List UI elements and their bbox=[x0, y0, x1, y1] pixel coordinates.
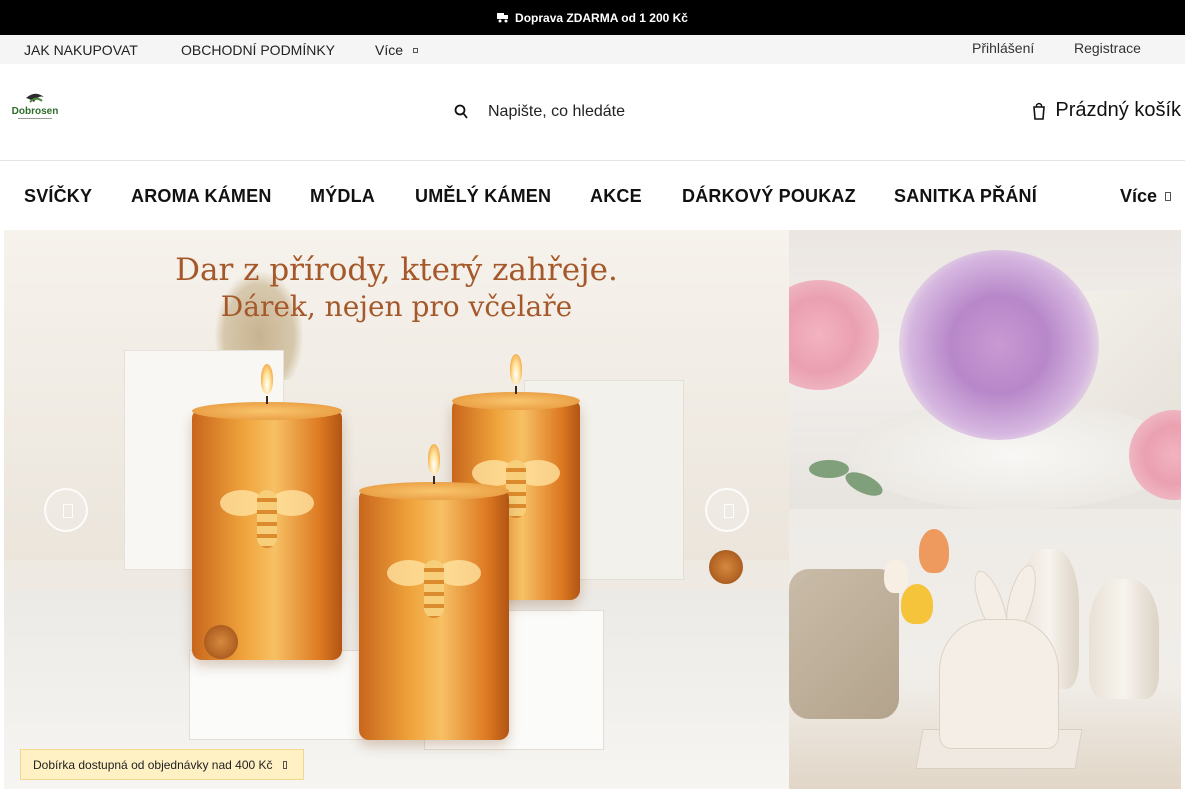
util-link-more[interactable]: Více bbox=[375, 42, 418, 58]
side-banner-flowers[interactable] bbox=[789, 230, 1181, 509]
candle-left bbox=[192, 364, 342, 660]
dried-flower bbox=[204, 625, 238, 659]
utility-nav: JAK NAKUPOVAT OBCHODNÍ PODMÍNKY Více Při… bbox=[0, 35, 1185, 64]
promo-text: Doprava ZDARMA od 1 200 Kč bbox=[515, 10, 688, 25]
logo-mark: Dobrosen bbox=[12, 93, 59, 119]
logo[interactable]: Dobrosen bbox=[8, 90, 62, 124]
hero-headline: Dar z přírody, který zahřeje. bbox=[175, 252, 618, 288]
pink-rose bbox=[789, 280, 879, 390]
cart-button[interactable]: Prázdný košík bbox=[1033, 99, 1181, 122]
main-menu: SVÍČKY AROMA KÁMEN MÝDLA UMĚLÝ KÁMEN AKC… bbox=[0, 162, 1185, 230]
dried-flower bbox=[709, 550, 743, 584]
hero-banner[interactable]: Dar z přírody, který zahřeje. Dárek, nej… bbox=[4, 230, 789, 789]
logo-text: Dobrosen bbox=[12, 106, 59, 117]
search-icon bbox=[454, 104, 468, 119]
truck-icon bbox=[497, 12, 509, 22]
menu-item-darkovy-poukaz[interactable]: DÁRKOVÝ POUKAZ bbox=[682, 186, 856, 207]
cod-notice[interactable]: Dobírka dostupná od objednávky nad 400 K… bbox=[20, 749, 304, 780]
cart-icon bbox=[1033, 102, 1046, 120]
succulent-flower bbox=[899, 250, 1099, 440]
menu-item-aroma-kamen[interactable]: AROMA KÁMEN bbox=[131, 186, 272, 207]
menu-item-akce[interactable]: AKCE bbox=[590, 186, 642, 207]
menu-item-mydla[interactable]: MÝDLA bbox=[310, 186, 375, 207]
tulip-yellow bbox=[901, 584, 933, 624]
slider-prev-button[interactable] bbox=[44, 488, 88, 532]
chevron-right-icon[interactable] bbox=[282, 760, 287, 769]
vase bbox=[1089, 579, 1159, 699]
header: Dobrosen Napište, co hledáte Prázdný koš… bbox=[0, 64, 1185, 161]
tulip-orange bbox=[919, 529, 949, 573]
leaf bbox=[809, 460, 849, 478]
hero-subline: Dárek, nejen pro včelaře bbox=[220, 290, 573, 323]
menu-more[interactable]: Více bbox=[1120, 186, 1171, 207]
cod-notice-text: Dobírka dostupná od objednávky nad 400 K… bbox=[33, 757, 273, 772]
util-link-jak-nakupovat[interactable]: JAK NAKUPOVAT bbox=[24, 42, 138, 58]
menu-item-sanitka-prani[interactable]: SANITKA PŘÁNÍ bbox=[894, 186, 1037, 207]
register-link[interactable]: Registrace bbox=[1074, 40, 1141, 56]
search-field[interactable]: Napište, co hledáte bbox=[454, 100, 625, 124]
napkin bbox=[789, 569, 899, 719]
cart-label[interactable]: Prázdný košík bbox=[1055, 99, 1181, 122]
slider-next-button[interactable] bbox=[705, 488, 749, 532]
menu-item-svicky[interactable]: SVÍČKY bbox=[24, 186, 92, 207]
search-placeholder[interactable]: Napište, co hledáte bbox=[488, 103, 625, 121]
tulip-white bbox=[884, 559, 908, 593]
login-link[interactable]: Přihlášení bbox=[972, 40, 1034, 56]
candle-front bbox=[359, 444, 509, 740]
util-link-obchodni-podminky[interactable]: OBCHODNÍ PODMÍNKY bbox=[181, 42, 335, 58]
pedestal-left bbox=[189, 650, 379, 740]
promo-bar: Doprava ZDARMA od 1 200 Kč bbox=[0, 0, 1185, 35]
menu-item-umely-kamen[interactable]: UMĚLÝ KÁMEN bbox=[415, 186, 551, 207]
rabbit-figure bbox=[939, 619, 1059, 749]
side-banner-rabbit[interactable] bbox=[789, 509, 1181, 789]
